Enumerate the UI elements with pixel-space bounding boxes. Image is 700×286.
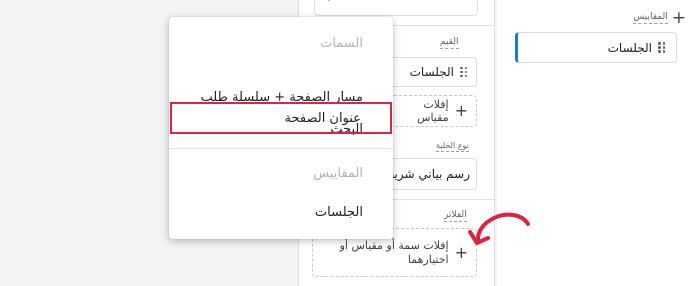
- field-picker-menu: السمات مسار الصفحة + سلسلة طلب البحث عنو…: [169, 17, 393, 239]
- metric-chip-label: الجلسات: [607, 40, 652, 55]
- menu-divider: [169, 148, 393, 149]
- attributes-header: السمات: [320, 36, 363, 51]
- drag-handle-icon[interactable]: [460, 66, 468, 78]
- add-metric-icon[interactable]: +: [672, 9, 686, 27]
- metric-chip[interactable]: الجلسات: [515, 32, 677, 63]
- chart-type-value: رسم بياني شريطي: [391, 167, 470, 181]
- metrics-header: المقاييس: [313, 166, 363, 181]
- menu-item-sessions[interactable]: الجلسات: [169, 197, 393, 229]
- chart-type-select[interactable]: رسم بياني شريطي: [390, 158, 477, 190]
- values-section-label: القيم: [440, 37, 459, 49]
- chevron-down-icon: [325, 0, 333, 1]
- annotation-arrow-icon: [468, 212, 530, 245]
- metrics-label: المقاييس: [633, 12, 668, 24]
- plus-icon: +: [454, 101, 468, 120]
- top-dropdown[interactable]: [314, 0, 478, 16]
- drop-metric-zone[interactable]: + إفلات مقياس: [390, 95, 477, 127]
- drag-handle-icon[interactable]: [658, 42, 666, 53]
- value-chip[interactable]: الجلسات: [390, 57, 477, 87]
- value-chip-label: الجلسات: [409, 65, 454, 79]
- drop-filter-label: إفلات سمة أو مقياس أو اختيارهما: [339, 238, 449, 266]
- menu-item-page-title[interactable]: عنوان الصفحة: [170, 102, 392, 134]
- drop-metric-label: إفلات مقياس: [417, 98, 449, 124]
- chart-type-label: نوع الخلية: [436, 141, 469, 152]
- metrics-header: + المقاييس: [556, 9, 686, 27]
